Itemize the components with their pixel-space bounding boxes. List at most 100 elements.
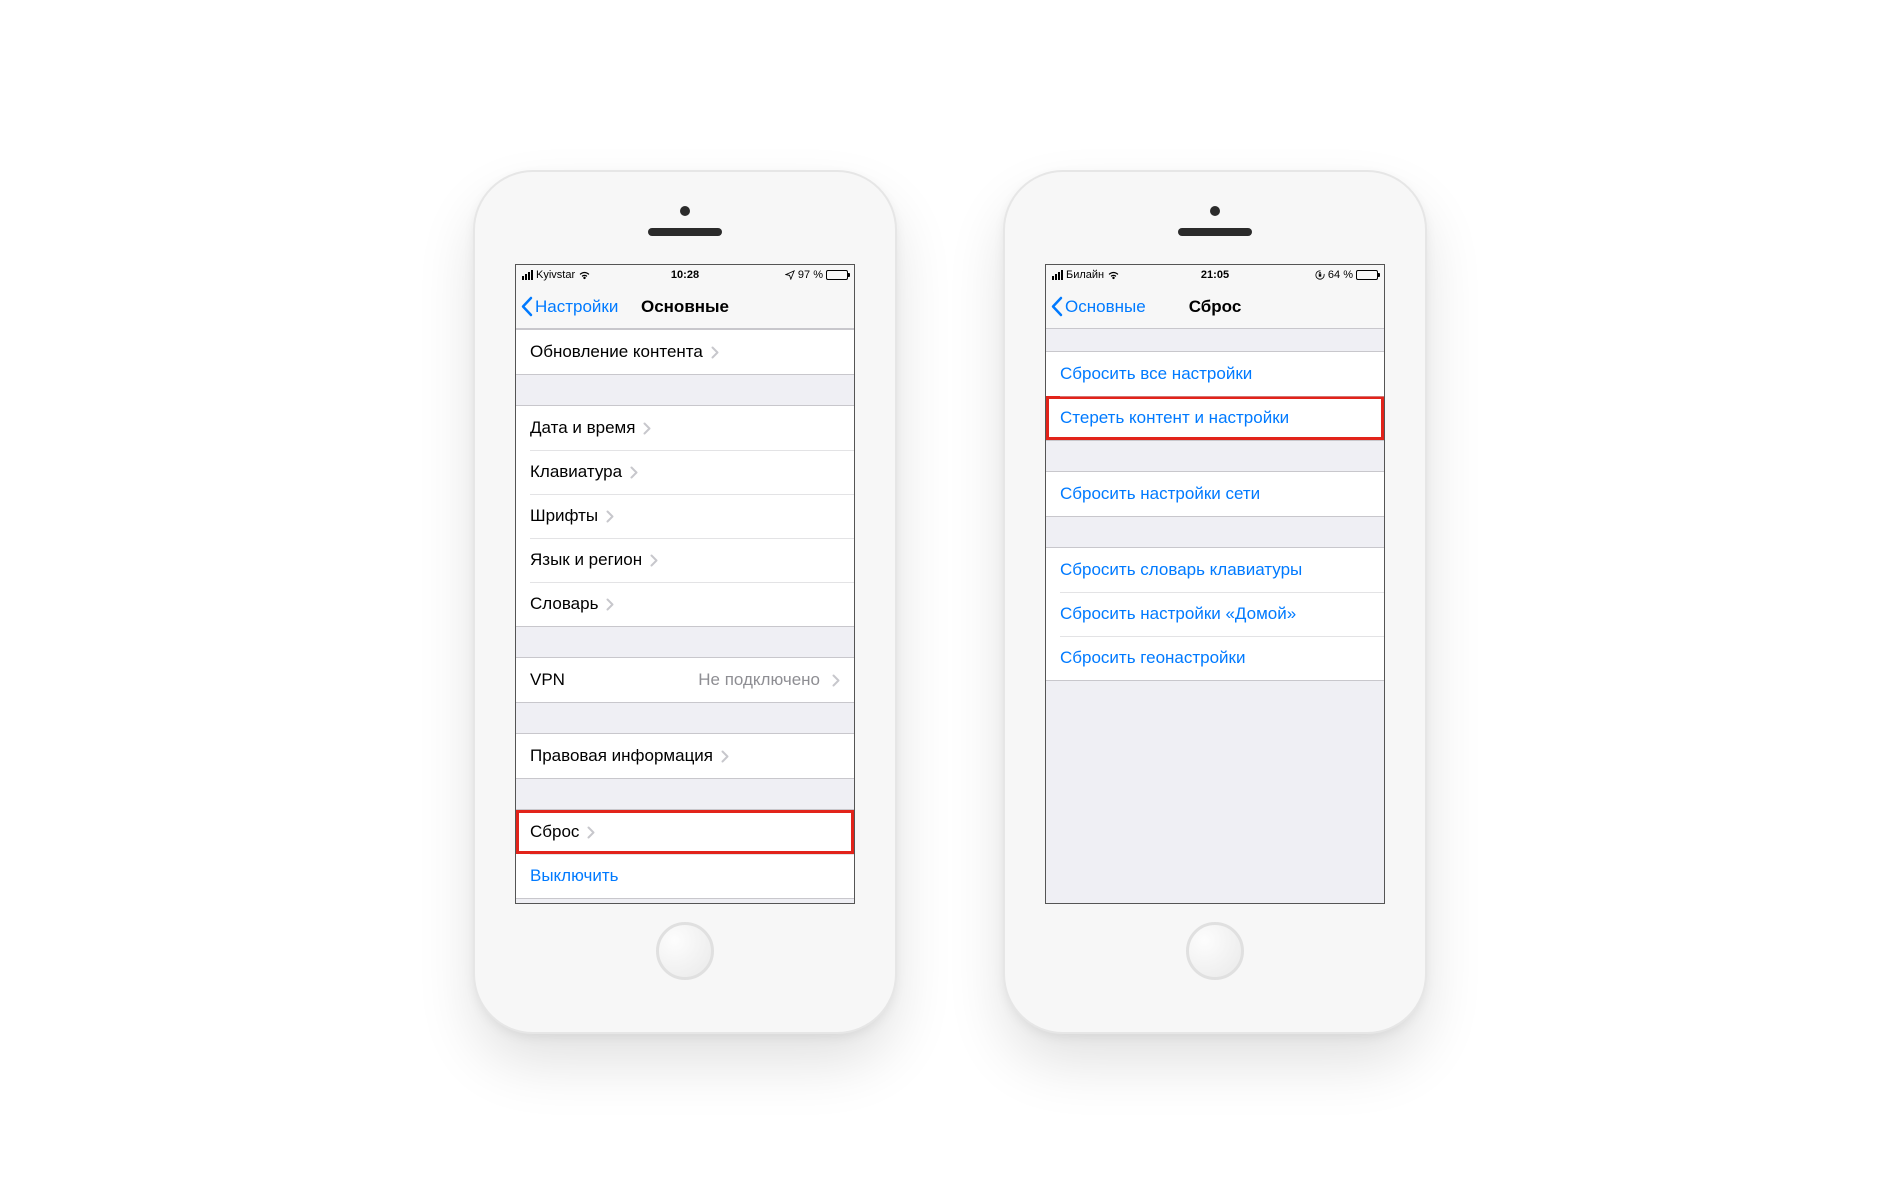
chevron-right-icon [721, 750, 729, 763]
row-label: Сбросить все настройки [1060, 364, 1252, 384]
row-label: Выключить [530, 866, 618, 886]
settings-group: Обновление контента [516, 329, 854, 375]
group-gap [516, 779, 854, 809]
settings-group: VPN Не подключено [516, 657, 854, 703]
settings-group: Дата и время Клавиатура Шрифты Язык и регио… [516, 405, 854, 627]
chevron-right-icon [711, 346, 719, 359]
group-gap [1046, 441, 1384, 471]
group-gap [516, 703, 854, 733]
chevron-right-icon [587, 826, 595, 839]
row-label: Словарь [530, 594, 598, 614]
nav-title: Сброс [1189, 297, 1242, 317]
reset-list[interactable]: Сбросить все настройки Стереть контент и … [1046, 329, 1384, 903]
row-label: VPN [530, 670, 565, 690]
battery-pct-label: 64 % [1328, 269, 1353, 281]
settings-row[interactable]: Сброс [516, 810, 854, 854]
row-label: Сбросить настройки «Домой» [1060, 604, 1296, 624]
settings-row[interactable]: Сбросить настройки «Домой» [1046, 592, 1384, 636]
row-label: Сбросить геонастройки [1060, 648, 1246, 668]
phone-right: Билайн 21:05 64 % Основные [1005, 172, 1425, 1032]
chevron-right-icon [650, 554, 658, 567]
status-time: 21:05 [1201, 269, 1229, 281]
settings-row[interactable]: Обновление контента [516, 330, 854, 374]
settings-list[interactable]: Обновление контента Дата и время Клавиатур… [516, 329, 854, 903]
row-detail: Не подключено [698, 670, 824, 690]
settings-row[interactable]: Клавиатура [516, 450, 854, 494]
chevron-right-icon [630, 466, 638, 479]
earpiece-icon [648, 228, 722, 236]
row-label: Сбросить настройки сети [1060, 484, 1260, 504]
group-gap [1046, 517, 1384, 547]
status-left: Билайн [1052, 269, 1120, 281]
status-right: 64 % [1315, 269, 1378, 281]
earpiece-icon [1178, 228, 1252, 236]
nav-bar: Основные Сброс [1046, 285, 1384, 329]
screen-right: Билайн 21:05 64 % Основные [1045, 264, 1385, 904]
settings-row[interactable]: Язык и регион [516, 538, 854, 582]
settings-row[interactable]: Правовая информация [516, 734, 854, 778]
settings-group: Сбросить все настройки Стереть контент и … [1046, 351, 1384, 441]
nav-back-label: Настройки [535, 297, 618, 317]
group-gap [516, 375, 854, 405]
carrier-label: Билайн [1066, 269, 1104, 281]
row-label: Сбросить словарь клавиатуры [1060, 560, 1302, 580]
chevron-right-icon [606, 510, 614, 523]
settings-row[interactable]: Сбросить настройки сети [1046, 472, 1384, 516]
status-bar: Kyivstar 10:28 97 % [516, 265, 854, 285]
row-label: Обновление контента [530, 342, 703, 362]
settings-row[interactable]: Шрифты [516, 494, 854, 538]
nav-bar: Настройки Основные [516, 285, 854, 329]
settings-group: Правовая информация [516, 733, 854, 779]
row-label: Язык и регион [530, 550, 642, 570]
row-label: Шрифты [530, 506, 598, 526]
settings-row[interactable]: Сбросить словарь клавиатуры [1046, 548, 1384, 592]
carrier-label: Kyivstar [536, 269, 575, 281]
status-time: 10:28 [671, 269, 699, 281]
row-label: Сброс [530, 822, 579, 842]
settings-row[interactable]: Сбросить геонастройки [1046, 636, 1384, 680]
settings-group: Сбросить настройки сети [1046, 471, 1384, 517]
phone-top-hardware [1005, 194, 1425, 264]
chevron-right-icon [643, 422, 651, 435]
phone-top-hardware [475, 194, 895, 264]
settings-group: Сбросить словарь клавиатуры Сбросить наст… [1046, 547, 1384, 681]
chevron-right-icon [832, 674, 840, 687]
nav-title: Основные [641, 297, 729, 317]
location-icon [785, 270, 795, 280]
nav-back-button[interactable]: Настройки [516, 296, 618, 317]
row-label: Правовая информация [530, 746, 713, 766]
settings-group: Сброс Выключить [516, 809, 854, 899]
wifi-icon [578, 270, 591, 280]
battery-icon [826, 270, 848, 280]
group-gap [1046, 329, 1384, 351]
home-button[interactable] [656, 922, 714, 980]
status-bar: Билайн 21:05 64 % [1046, 265, 1384, 285]
signal-icon [522, 270, 533, 280]
battery-pct-label: 97 % [798, 269, 823, 281]
nav-back-button[interactable]: Основные [1046, 296, 1146, 317]
settings-row[interactable]: VPN Не подключено [516, 658, 854, 702]
phone-left: Kyivstar 10:28 97 % Настройки [475, 172, 895, 1032]
signal-icon [1052, 270, 1063, 280]
settings-row[interactable]: Сбросить все настройки [1046, 352, 1384, 396]
settings-row[interactable]: Дата и время [516, 406, 854, 450]
row-label: Клавиатура [530, 462, 622, 482]
settings-row[interactable]: Выключить [516, 854, 854, 898]
front-camera-icon [680, 206, 690, 216]
row-label: Дата и время [530, 418, 635, 438]
wifi-icon [1107, 270, 1120, 280]
orientation-lock-icon [1315, 270, 1325, 280]
front-camera-icon [1210, 206, 1220, 216]
status-right: 97 % [785, 269, 848, 281]
settings-row[interactable]: Стереть контент и настройки [1046, 396, 1384, 440]
chevron-right-icon [606, 598, 614, 611]
home-button[interactable] [1186, 922, 1244, 980]
screen-left: Kyivstar 10:28 97 % Настройки [515, 264, 855, 904]
nav-back-label: Основные [1065, 297, 1146, 317]
row-label: Стереть контент и настройки [1060, 408, 1289, 428]
stage: Kyivstar 10:28 97 % Настройки [475, 172, 1425, 1032]
status-left: Kyivstar [522, 269, 591, 281]
battery-icon [1356, 270, 1378, 280]
settings-row[interactable]: Словарь [516, 582, 854, 626]
group-gap [516, 627, 854, 657]
